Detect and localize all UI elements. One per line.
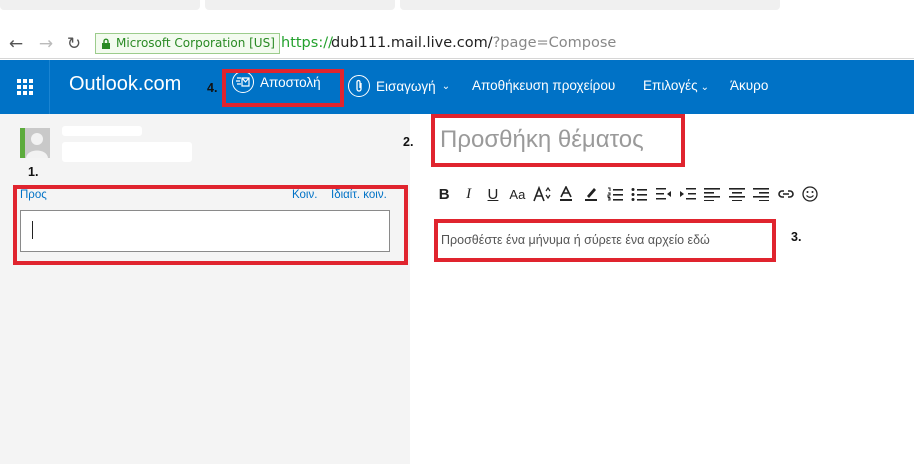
underline-button[interactable]: U bbox=[481, 183, 505, 205]
increase-indent-button[interactable] bbox=[676, 183, 700, 205]
numbered-list-icon bbox=[607, 187, 623, 201]
browser-tab-strip bbox=[0, 0, 914, 30]
lock-icon bbox=[102, 38, 110, 49]
increase-indent-icon bbox=[680, 188, 697, 200]
insert-link-button[interactable] bbox=[773, 183, 797, 205]
redacted-sender-name bbox=[62, 126, 142, 136]
send-button[interactable]: Αποστολή bbox=[232, 71, 321, 93]
to-label[interactable]: Προς bbox=[20, 189, 47, 201]
align-center-button[interactable] bbox=[725, 183, 749, 205]
align-left-icon bbox=[704, 188, 721, 201]
annotation-step-3: 3. bbox=[791, 230, 802, 244]
to-recipient-input[interactable] bbox=[20, 210, 390, 252]
italic-label: I bbox=[466, 185, 472, 202]
align-right-icon bbox=[753, 188, 770, 201]
redacted-sender-address bbox=[62, 142, 192, 162]
decrease-indent-icon bbox=[655, 188, 671, 200]
highlighter-icon bbox=[584, 188, 597, 201]
browser-tab[interactable] bbox=[205, 0, 395, 10]
grow-font-icon bbox=[533, 186, 551, 202]
formatting-toolbar: B I U Aa bbox=[432, 183, 822, 205]
grow-font-button[interactable] bbox=[530, 183, 554, 205]
forward-button[interactable]: → bbox=[36, 34, 56, 54]
send-mail-icon bbox=[232, 71, 254, 93]
brand-title: Outlook.com bbox=[69, 73, 182, 95]
font-color-icon bbox=[560, 186, 573, 201]
url-field[interactable]: Microsoft Corporation [US] https:// dub1… bbox=[95, 32, 910, 55]
url-host: dub111.mail.live.com/?page=Compose bbox=[331, 32, 616, 55]
annotation-step-1: 1. bbox=[28, 165, 39, 179]
annotation-step-2: 2. bbox=[403, 135, 414, 149]
bold-button[interactable]: B bbox=[432, 183, 456, 205]
cancel-button[interactable]: Άκυρο bbox=[730, 78, 768, 93]
link-icon bbox=[777, 190, 794, 198]
underline-label: U bbox=[487, 185, 499, 203]
screenshot: ← → ↻ Microsoft Corporation [US] https:/… bbox=[0, 0, 914, 464]
reload-icon: ↻ bbox=[66, 34, 82, 54]
font-size-button[interactable]: Aa bbox=[505, 183, 529, 205]
ev-certificate-badge[interactable]: Microsoft Corporation [US] bbox=[95, 33, 280, 54]
chevron-down-icon: ⌄ bbox=[441, 80, 451, 92]
font-color-button[interactable] bbox=[554, 183, 578, 205]
align-center-icon bbox=[728, 188, 745, 201]
options-label: Επιλογές bbox=[643, 78, 698, 93]
numbered-list-button[interactable] bbox=[603, 183, 627, 205]
bold-label: B bbox=[438, 185, 450, 203]
presence-indicator bbox=[20, 128, 25, 158]
smiley-icon bbox=[802, 186, 818, 202]
browser-address-bar: ← → ↻ Microsoft Corporation [US] https:/… bbox=[0, 29, 914, 59]
insert-label: Εισαγωγή bbox=[376, 78, 436, 94]
chevron-down-icon: ⌄ bbox=[700, 82, 710, 93]
italic-button[interactable]: I bbox=[456, 183, 480, 205]
save-draft-button[interactable]: Αποθήκευση προχείρου bbox=[472, 78, 615, 93]
bulleted-list-icon bbox=[631, 188, 648, 201]
browser-tab[interactable] bbox=[0, 0, 200, 10]
options-menu-button[interactable]: Επιλογές ⌄ bbox=[643, 78, 709, 93]
waffle-icon bbox=[17, 79, 33, 95]
arrow-left-icon: ← bbox=[8, 34, 24, 54]
bulleted-list-button[interactable] bbox=[627, 183, 651, 205]
align-left-button[interactable] bbox=[700, 183, 724, 205]
url-query: ?page=Compose bbox=[492, 35, 617, 51]
text-caret bbox=[32, 221, 33, 239]
cc-link[interactable]: Κοιν. bbox=[292, 189, 317, 201]
emoji-button[interactable] bbox=[798, 183, 822, 205]
annotation-step-4: 4. bbox=[207, 81, 218, 95]
reload-button[interactable]: ↻ bbox=[64, 34, 84, 54]
back-button[interactable]: ← bbox=[6, 34, 26, 54]
font-size-label: Aa bbox=[509, 186, 526, 202]
app-launcher-button[interactable] bbox=[0, 60, 50, 114]
url-host-path: dub111.mail.live.com/ bbox=[331, 35, 493, 51]
insert-menu-button[interactable]: Εισαγωγή ⌄ bbox=[348, 75, 450, 97]
arrow-right-icon: → bbox=[38, 34, 54, 54]
recipients-pane: Προς Κοιν. Ιδιαίτ. κοιν. bbox=[0, 114, 410, 464]
decrease-indent-button[interactable] bbox=[652, 183, 676, 205]
align-right-button[interactable] bbox=[749, 183, 773, 205]
ev-certificate-label: Microsoft Corporation [US] bbox=[116, 36, 275, 50]
outlook-header: Outlook.com Αποστολή Εισαγωγή ⌄ Αποθήκευσ… bbox=[0, 60, 914, 114]
highlight-button[interactable] bbox=[578, 183, 602, 205]
cancel-label: Άκυρο bbox=[730, 78, 769, 93]
message-pane bbox=[410, 114, 914, 464]
paperclip-icon bbox=[348, 75, 370, 97]
bcc-link[interactable]: Ιδιαίτ. κοιν. bbox=[331, 189, 387, 201]
send-label: Αποστολή bbox=[260, 74, 321, 90]
url-scheme: https:// bbox=[281, 35, 333, 51]
message-body-input[interactable]: Προσθέστε ένα μήνυμα ή σύρετε ένα αρχείο… bbox=[441, 233, 710, 247]
subject-input[interactable]: Προσθήκη θέματος bbox=[440, 126, 644, 154]
browser-tab[interactable] bbox=[400, 0, 780, 10]
save-draft-label: Αποθήκευση προχείρου bbox=[472, 78, 616, 93]
